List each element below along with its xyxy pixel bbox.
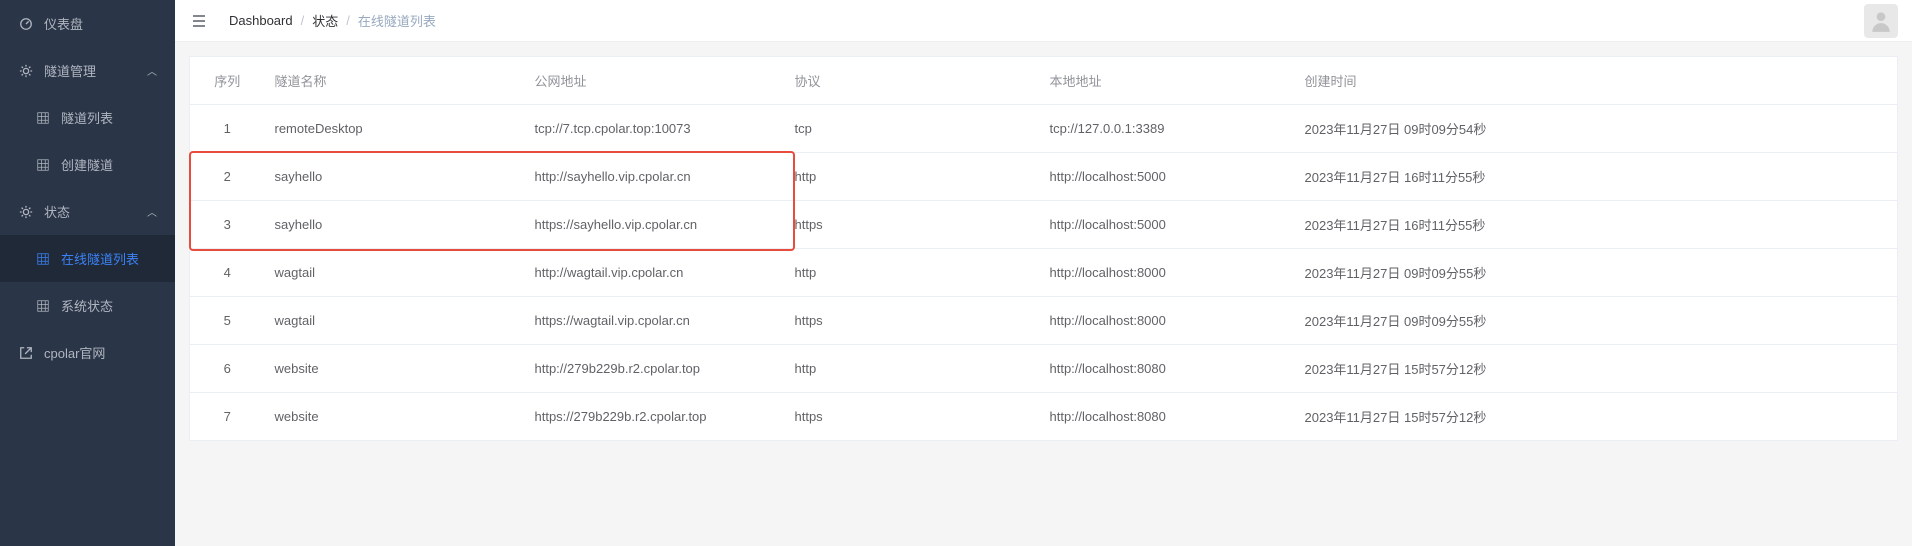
- cell-local: http://localhost:8080: [1040, 345, 1295, 393]
- chevron-up-icon: ︿: [147, 63, 157, 78]
- cell-seq: 6: [190, 345, 265, 393]
- cell-protocol: tcp: [785, 105, 1040, 153]
- cell-local: http://localhost:5000: [1040, 153, 1295, 201]
- sidebar-item-online-tunnels[interactable]: 在线隧道列表: [0, 235, 175, 282]
- cell-local: http://localhost:8000: [1040, 249, 1295, 297]
- sidebar-item-create-tunnel[interactable]: 创建隧道: [0, 141, 175, 188]
- cell-created: 2023年11月27日 09时09分55秒: [1295, 249, 1898, 297]
- cell-url: http://wagtail.vip.cpolar.cn: [525, 249, 785, 297]
- cell-protocol: http: [785, 249, 1040, 297]
- sidebar-item-cpolar-site[interactable]: cpolar官网: [0, 329, 175, 376]
- sidebar-item-status[interactable]: 状态 ︿: [0, 188, 175, 235]
- sidebar-item-label: 系统状态: [61, 296, 113, 315]
- table-header-row: 序列 隧道名称 公网地址 协议 本地地址 创建时间: [190, 57, 1898, 105]
- cell-seq: 2: [190, 153, 265, 201]
- cell-local: http://localhost:5000: [1040, 201, 1295, 249]
- sidebar-item-system-status[interactable]: 系统状态: [0, 282, 175, 329]
- cell-seq: 4: [190, 249, 265, 297]
- cell-created: 2023年11月27日 15时57分12秒: [1295, 345, 1898, 393]
- table-row: 1remoteDesktoptcp://7.tcp.cpolar.top:100…: [190, 105, 1898, 153]
- cell-local: tcp://127.0.0.1:3389: [1040, 105, 1295, 153]
- table-row: 4wagtailhttp://wagtail.vip.cpolar.cnhttp…: [190, 249, 1898, 297]
- cell-local: http://localhost:8080: [1040, 393, 1295, 441]
- sidebar-item-label: 在线隧道列表: [61, 249, 139, 268]
- col-header-url: 公网地址: [525, 57, 785, 105]
- topbar: Dashboard / 状态 / 在线隧道列表: [175, 0, 1912, 42]
- table-row: 3sayhellohttps://sayhello.vip.cpolar.cnh…: [190, 201, 1898, 249]
- cell-url: http://279b229b.r2.cpolar.top: [525, 345, 785, 393]
- cell-name: website: [265, 345, 525, 393]
- table-wrapper: 序列 隧道名称 公网地址 协议 本地地址 创建时间 1remoteDesktop…: [189, 56, 1898, 441]
- sidebar-item-label: 仪表盘: [44, 14, 83, 33]
- sidebar-item-tunnel-list[interactable]: 隧道列表: [0, 94, 175, 141]
- cell-url: https://wagtail.vip.cpolar.cn: [525, 297, 785, 345]
- cell-url: https://sayhello.vip.cpolar.cn: [525, 201, 785, 249]
- sidebar-item-label: 状态: [44, 202, 70, 221]
- user-avatar[interactable]: [1864, 4, 1898, 38]
- dashboard-icon: [18, 16, 34, 32]
- cell-created: 2023年11月27日 16时11分55秒: [1295, 201, 1898, 249]
- cell-created: 2023年11月27日 09时09分55秒: [1295, 297, 1898, 345]
- cell-name: wagtail: [265, 249, 525, 297]
- breadcrumb-item-current: 在线隧道列表: [358, 11, 436, 30]
- cell-url: tcp://7.tcp.cpolar.top:10073: [525, 105, 785, 153]
- breadcrumb-item[interactable]: 状态: [312, 11, 338, 30]
- cell-seq: 1: [190, 105, 265, 153]
- cell-created: 2023年11月27日 15时57分12秒: [1295, 393, 1898, 441]
- cell-protocol: http: [785, 153, 1040, 201]
- table-row: 2sayhellohttp://sayhello.vip.cpolar.cnht…: [190, 153, 1898, 201]
- menu-toggle-icon[interactable]: [189, 11, 209, 31]
- breadcrumb-separator: /: [301, 13, 305, 28]
- breadcrumb: Dashboard / 状态 / 在线隧道列表: [229, 11, 436, 30]
- cell-created: 2023年11月27日 16时11分55秒: [1295, 153, 1898, 201]
- sidebar-item-label: 隧道列表: [61, 108, 113, 127]
- grid-icon: [35, 298, 51, 314]
- cell-name: wagtail: [265, 297, 525, 345]
- cell-seq: 7: [190, 393, 265, 441]
- cell-created: 2023年11月27日 09时09分54秒: [1295, 105, 1898, 153]
- cell-url: https://279b229b.r2.cpolar.top: [525, 393, 785, 441]
- tunnels-table: 序列 隧道名称 公网地址 协议 本地地址 创建时间 1remoteDesktop…: [189, 56, 1898, 441]
- cell-seq: 5: [190, 297, 265, 345]
- chevron-up-icon: ︿: [147, 204, 157, 219]
- sidebar-item-label: cpolar官网: [44, 343, 105, 362]
- cell-url: http://sayhello.vip.cpolar.cn: [525, 153, 785, 201]
- cell-seq: 3: [190, 201, 265, 249]
- breadcrumb-separator: /: [346, 13, 350, 28]
- sidebar-item-label: 隧道管理: [44, 61, 96, 80]
- gear-icon: [18, 204, 34, 220]
- table-row: 5wagtailhttps://wagtail.vip.cpolar.cnhtt…: [190, 297, 1898, 345]
- cell-local: http://localhost:8000: [1040, 297, 1295, 345]
- cell-protocol: https: [785, 393, 1040, 441]
- col-header-name: 隧道名称: [265, 57, 525, 105]
- sidebar-item-dashboard[interactable]: 仪表盘: [0, 0, 175, 47]
- grid-icon: [35, 110, 51, 126]
- col-header-protocol: 协议: [785, 57, 1040, 105]
- col-header-local: 本地地址: [1040, 57, 1295, 105]
- table-row: 6websitehttp://279b229b.r2.cpolar.tophtt…: [190, 345, 1898, 393]
- cell-name: sayhello: [265, 201, 525, 249]
- cell-protocol: https: [785, 201, 1040, 249]
- cell-protocol: http: [785, 345, 1040, 393]
- cell-name: website: [265, 393, 525, 441]
- table-row: 7websitehttps://279b229b.r2.cpolar.topht…: [190, 393, 1898, 441]
- sidebar-item-tunnel-mgmt[interactable]: 隧道管理 ︿: [0, 47, 175, 94]
- cell-name: remoteDesktop: [265, 105, 525, 153]
- external-link-icon: [18, 345, 34, 361]
- breadcrumb-item[interactable]: Dashboard: [229, 13, 293, 28]
- grid-icon: [35, 251, 51, 267]
- col-header-seq: 序列: [190, 57, 265, 105]
- gear-icon: [18, 63, 34, 79]
- cell-protocol: https: [785, 297, 1040, 345]
- sidebar-item-label: 创建隧道: [61, 155, 113, 174]
- sidebar: 仪表盘 隧道管理 ︿ 隧道列表 创建隧道 状态 ︿ 在线隧道列表 系统状态: [0, 0, 175, 546]
- grid-icon: [35, 157, 51, 173]
- cell-name: sayhello: [265, 153, 525, 201]
- col-header-created: 创建时间: [1295, 57, 1898, 105]
